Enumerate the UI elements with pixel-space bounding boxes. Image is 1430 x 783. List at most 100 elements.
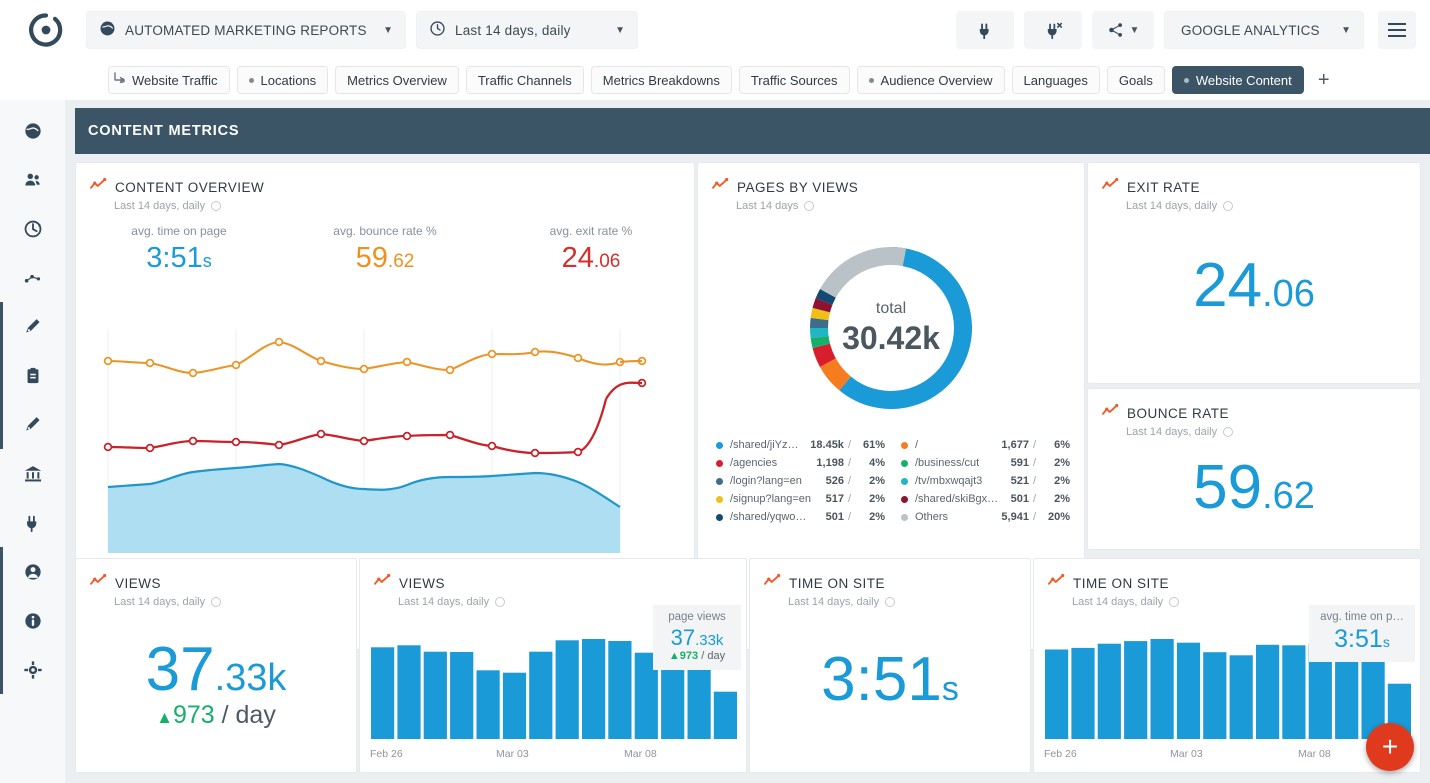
tab-branch-icon xyxy=(112,70,128,90)
tab-goals[interactable]: Goals xyxy=(1107,66,1165,94)
bar[interactable] xyxy=(556,640,579,739)
sidebar-item-behavior[interactable] xyxy=(0,253,65,302)
legend-row[interactable]: /agencies1,198/4% xyxy=(716,454,885,472)
bar[interactable] xyxy=(1256,645,1279,739)
bar[interactable] xyxy=(1230,655,1253,739)
sidebar-item-info[interactable] xyxy=(0,596,65,645)
bar[interactable] xyxy=(1151,639,1174,739)
report-selector[interactable]: AUTOMATED MARKETING REPORTS ▼ xyxy=(86,11,406,49)
tab-languages[interactable]: Languages xyxy=(1012,66,1100,94)
bar[interactable] xyxy=(661,660,684,739)
sidebar-item-globe[interactable] xyxy=(0,106,65,155)
card-subtitle-text: Last 14 days, daily xyxy=(398,596,489,608)
legend-row[interactable]: /signup?lang=en517/2% xyxy=(716,490,885,508)
card-time-on-site-number: TIME ON SITE Last 14 days, daily 3:51s xyxy=(749,558,1031,773)
data-source-selector[interactable]: GOOGLE ANALYTICS ▼ xyxy=(1164,11,1364,49)
kpi-fraction: .06 xyxy=(594,251,620,272)
bar[interactable] xyxy=(529,652,552,739)
sidebar-item-settings[interactable] xyxy=(0,645,65,694)
gear-icon[interactable] xyxy=(211,201,221,211)
bar[interactable] xyxy=(1071,648,1094,739)
card-header: PAGES BY VIEWS xyxy=(698,163,1084,197)
tab-metrics-overview[interactable]: Metrics Overview xyxy=(335,66,459,94)
bar[interactable] xyxy=(450,652,473,739)
bar[interactable] xyxy=(1045,650,1068,740)
sidebar-item-audience[interactable] xyxy=(0,155,65,204)
bar[interactable] xyxy=(424,652,447,739)
tab-traffic-sources[interactable]: Traffic Sources xyxy=(739,66,850,94)
bar[interactable] xyxy=(397,645,420,739)
bar[interactable] xyxy=(608,641,631,739)
date-range-selector[interactable]: Last 14 days, daily ▼ xyxy=(416,11,638,49)
bar[interactable] xyxy=(582,639,605,739)
legend-row[interactable]: /shared/yqwo…501/2% xyxy=(716,508,885,526)
card-subtitle: Last 14 days, daily xyxy=(1088,426,1420,438)
bar[interactable] xyxy=(1203,652,1226,739)
time-on-site-value: 3:51s xyxy=(750,644,1030,715)
menu-button[interactable] xyxy=(1378,11,1416,49)
sidebar-item-bank[interactable] xyxy=(0,449,65,498)
gear-icon[interactable] xyxy=(211,597,221,607)
bar[interactable] xyxy=(1098,644,1121,739)
gear-icon[interactable] xyxy=(1223,201,1233,211)
add-widget-fab[interactable]: + xyxy=(1366,723,1414,771)
plug-button[interactable] xyxy=(956,11,1014,49)
legend-row[interactable]: /shared/jiYz…18.45k/61% xyxy=(716,436,885,454)
legend-row[interactable]: /login?lang=en526/2% xyxy=(716,472,885,490)
tab-audience-overview[interactable]: Audience Overview xyxy=(857,66,1005,94)
sidebar-item-edit[interactable] xyxy=(0,302,65,351)
chevron-down-icon: ▼ xyxy=(1341,25,1351,36)
plug-disconnect-button[interactable] xyxy=(1024,11,1082,49)
share-button[interactable]: ▼ xyxy=(1092,11,1154,49)
sidebar-item-plug[interactable] xyxy=(0,498,65,547)
legend-label: Others xyxy=(915,511,1001,523)
sidebar-item-edit-alt[interactable] xyxy=(0,400,65,449)
tab-metrics-breakdowns[interactable]: Metrics Breakdowns xyxy=(591,66,732,94)
donut-center-value: 30.42k xyxy=(842,320,940,357)
add-tab-button[interactable]: + xyxy=(1311,66,1337,94)
behavior-icon xyxy=(23,268,43,288)
legend-row[interactable]: /tv/mbxwqajt3521/2% xyxy=(901,472,1070,490)
bar[interactable] xyxy=(1282,645,1305,739)
legend-row[interactable]: /1,677/6% xyxy=(901,436,1070,454)
bar[interactable] xyxy=(714,692,737,739)
legend-value: 501 xyxy=(826,511,844,523)
chart-line-icon xyxy=(712,177,729,197)
gear-icon[interactable] xyxy=(885,597,895,607)
legend-row[interactable]: /shared/skiBgx…501/2% xyxy=(901,490,1070,508)
kpi-integer: 24 xyxy=(562,242,594,274)
gear-icon[interactable] xyxy=(1169,597,1179,607)
gear-icon[interactable] xyxy=(804,201,814,211)
legend-separator: / xyxy=(848,475,851,487)
top-bar: AUTOMATED MARKETING REPORTS ▼ Last 14 da… xyxy=(0,0,1430,60)
tab-website-content[interactable]: Website Content xyxy=(1172,66,1304,94)
legend-row[interactable]: Others5,941/20% xyxy=(901,508,1070,526)
app-logo[interactable] xyxy=(26,10,66,50)
gear-icon[interactable] xyxy=(495,597,505,607)
card-title-text: VIEWS xyxy=(115,576,161,591)
bar[interactable] xyxy=(1335,651,1358,739)
bar[interactable] xyxy=(1124,641,1147,739)
bar[interactable] xyxy=(477,670,500,739)
tab-traffic-channels[interactable]: Traffic Channels xyxy=(466,66,584,94)
tab-locations[interactable]: Locations xyxy=(237,66,329,94)
legend-row[interactable]: /business/cut591/2% xyxy=(901,454,1070,472)
card-subtitle-text: Last 14 days, daily xyxy=(1126,200,1217,212)
legend-color-dot xyxy=(901,460,908,467)
bar[interactable] xyxy=(688,662,711,739)
chart-line-icon xyxy=(764,573,781,593)
hamburger-icon-line xyxy=(1388,23,1406,25)
kpi-caption: avg. exit rate % xyxy=(488,224,694,238)
bar[interactable] xyxy=(371,647,394,739)
gear-icon[interactable] xyxy=(1223,427,1233,437)
bank-icon xyxy=(23,464,43,484)
sidebar-item-account[interactable] xyxy=(0,547,65,596)
card-subtitle-text: Last 14 days xyxy=(736,200,798,212)
bar[interactable] xyxy=(1177,643,1200,739)
sidebar-item-clipboard[interactable] xyxy=(0,351,65,400)
bar[interactable] xyxy=(503,673,526,739)
sidebar-item-acquisition[interactable] xyxy=(0,204,65,253)
tooltip-delta-unit: / day xyxy=(701,650,725,662)
date-range-label: Last 14 days, daily xyxy=(455,23,571,38)
kpi-integer: 59 xyxy=(356,242,388,274)
